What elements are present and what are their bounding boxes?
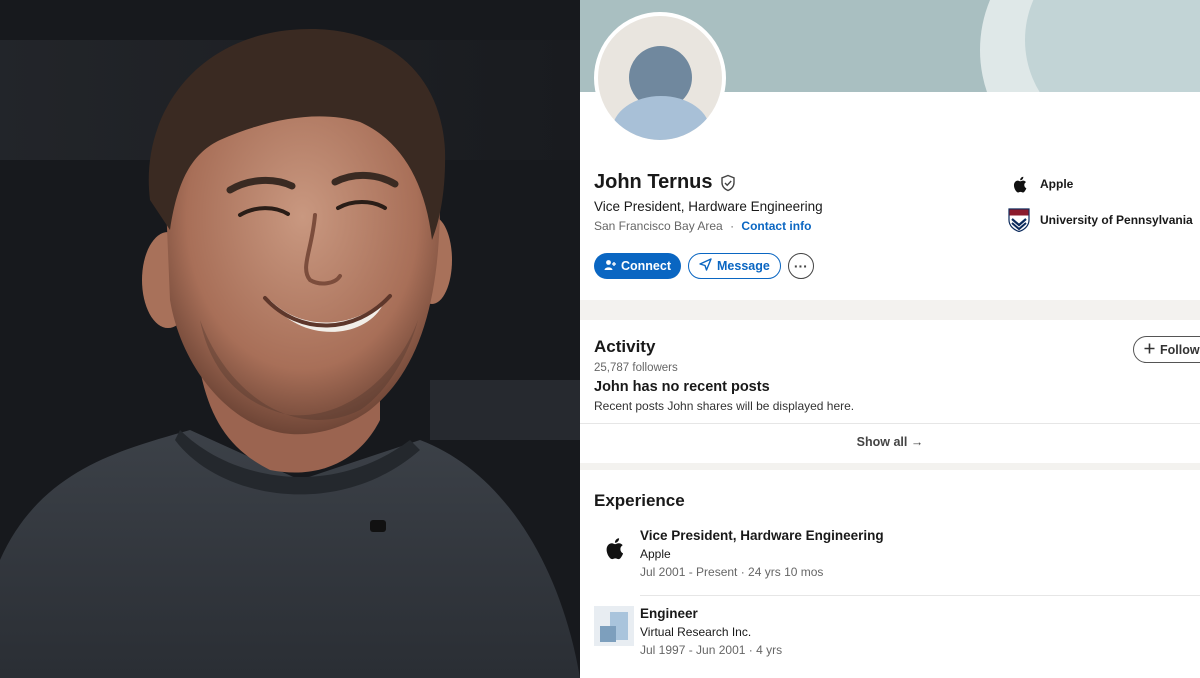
- job-company: Virtual Research Inc.: [640, 625, 752, 639]
- activity-title: Activity: [594, 337, 656, 356]
- org-name: Apple: [1040, 177, 1074, 191]
- org-apple[interactable]: Apple: [1008, 173, 1193, 195]
- show-all-link[interactable]: Show all →: [580, 435, 1200, 449]
- connect-label: Connect: [621, 259, 671, 273]
- job-title: Vice President, Hardware Engineering: [640, 528, 884, 543]
- profile-photo: [0, 0, 580, 678]
- penn-shield-icon: [1008, 208, 1030, 232]
- linkedin-profile-pane: John Ternus Vice President, Hardware Eng…: [580, 0, 1200, 678]
- send-icon: [699, 258, 712, 274]
- experience-card: Experience Vice President, Hardware Engi…: [580, 470, 1200, 678]
- message-button[interactable]: Message: [688, 253, 781, 279]
- location-row: San Francisco Bay Area · Contact info: [594, 219, 811, 233]
- followers-count: 25,787 followers: [594, 362, 678, 374]
- apple-logo-icon: [1008, 173, 1030, 195]
- profile-name: John Ternus: [594, 171, 713, 193]
- job-company: Apple: [640, 547, 671, 561]
- separator-dot: ·: [730, 219, 735, 233]
- profile-actions: Connect Message ···: [594, 253, 814, 279]
- apple-logo-icon: [594, 528, 634, 568]
- no-posts-title: John has no recent posts: [594, 379, 770, 395]
- job-dates: Jul 1997 - Jun 2001 · 4 yrs: [640, 643, 783, 657]
- add-person-icon: [604, 259, 616, 274]
- follow-button[interactable]: Follow: [1133, 336, 1200, 363]
- avatar[interactable]: [594, 12, 726, 144]
- more-actions-button[interactable]: ···: [787, 253, 814, 279]
- profile-orgs: Apple University of Pennsylvania: [1008, 173, 1193, 245]
- org-name: University of Pennsylvania: [1040, 213, 1193, 227]
- profile-location: San Francisco Bay Area: [594, 219, 723, 233]
- job-dates: Jul 2001 - Present · 24 yrs 10 mos: [640, 565, 824, 579]
- connect-button[interactable]: Connect: [594, 253, 681, 279]
- company-placeholder-icon: [594, 606, 634, 646]
- experience-divider: [640, 595, 1200, 596]
- org-university-of-pennsylvania[interactable]: University of Pennsylvania: [1008, 208, 1193, 232]
- person-photo-illustration: [0, 0, 580, 678]
- shield-check-icon[interactable]: [719, 174, 737, 192]
- activity-card: Activity Follow 25,787 followers John ha…: [580, 320, 1200, 463]
- follow-label: Follow: [1160, 342, 1200, 357]
- activity-divider: [580, 423, 1200, 424]
- no-posts-subtitle: Recent posts John shares will be display…: [594, 399, 855, 413]
- job-title: Engineer: [640, 606, 698, 621]
- name-row: John Ternus: [594, 171, 737, 194]
- experience-title: Experience: [594, 491, 685, 510]
- contact-info-link[interactable]: Contact info: [741, 219, 811, 233]
- plus-icon: [1144, 343, 1155, 357]
- profile-headline: Vice President, Hardware Engineering: [594, 199, 823, 214]
- message-label: Message: [717, 259, 770, 273]
- profile-intro-card: John Ternus Vice President, Hardware Eng…: [580, 0, 1200, 300]
